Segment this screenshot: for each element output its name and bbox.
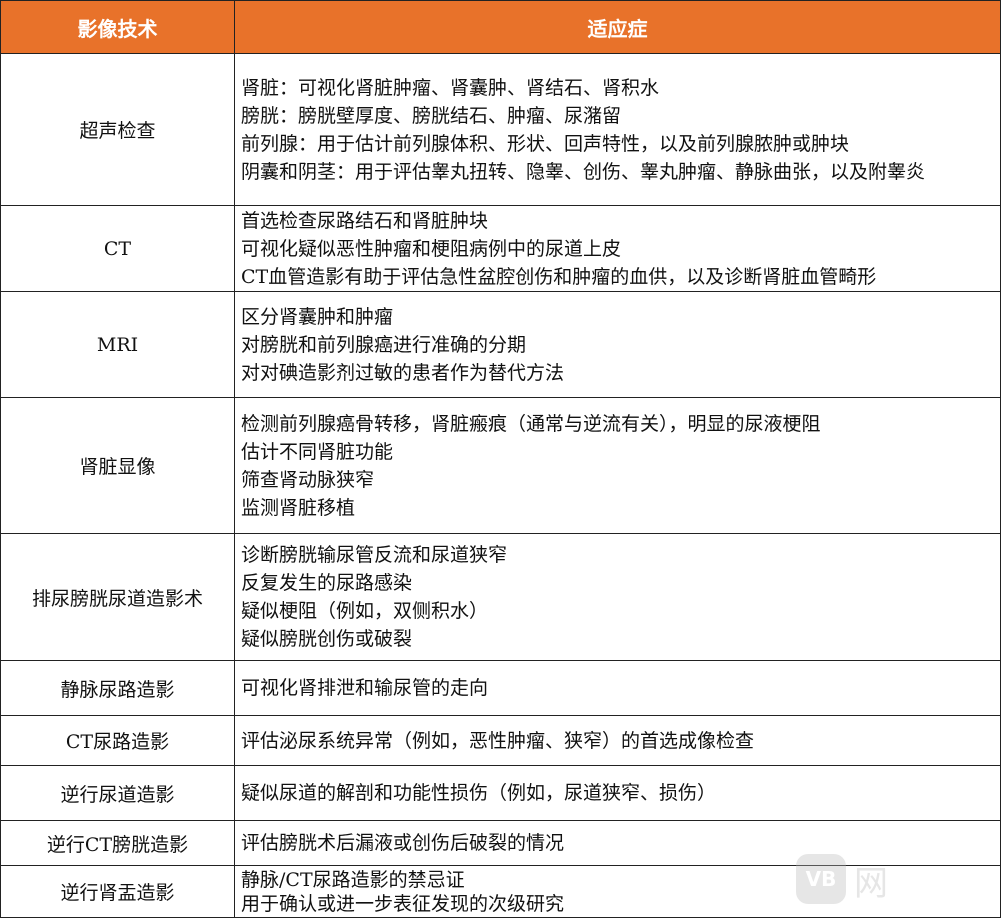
technique-cell: 静脉尿路造影	[0, 660, 235, 716]
indications-cell: 可视化肾排泄和输尿管的走向	[234, 660, 1001, 716]
table-row: 超声检查 肾脏：可视化肾脏肿瘤、肾囊肿、肾结石、肾积水 膀胱：膀胱壁厚度、膀胱结…	[0, 53, 1001, 206]
indication-line: 对膀胱和前列腺癌进行准确的分期	[241, 333, 527, 356]
indication-line: 反复发生的尿路感染	[241, 572, 413, 594]
indication-line: 可视化疑似恶性肿瘤和梗阻病例中的尿道上皮	[241, 237, 622, 260]
indication-line: 筛查肾动脉狭窄	[241, 468, 375, 491]
indication-line: 诊断膀胱输尿管反流和尿道狭窄	[241, 544, 508, 566]
indication-line: 阴囊和阴茎：用于评估睾丸扭转、隐睾、创伤、睾丸肿瘤、静脉曲张，以及附睾炎	[241, 160, 926, 183]
indication-line: 用于确认或进一步表征发现的次级研究	[241, 892, 565, 915]
technique-cell: 逆行CT膀胱造影	[0, 820, 235, 866]
technique-cell: 逆行尿道造影	[0, 765, 235, 821]
technique-cell: CT尿路造影	[0, 715, 235, 766]
table-row: CT 首选检查尿路结石和肾脏肿块 可视化疑似恶性肿瘤和梗阻病例中的尿道上皮 CT…	[0, 205, 1001, 292]
indication-table: 影像技术 适应症 超声检查 肾脏：可视化肾脏肿瘤、肾囊肿、肾结石、肾积水 膀胱：…	[0, 0, 1001, 918]
table-row: CT尿路造影 评估泌尿系统异常（例如，恶性肿瘤、狭窄）的首选成像检查	[0, 715, 1001, 766]
indication-line: 监测肾脏移植	[241, 496, 356, 519]
indication-line: 膀胱：膀胱壁厚度、膀胱结石、肿瘤、尿潴留	[241, 104, 622, 127]
table-row: 排尿膀胱尿道造影术 诊断膀胱输尿管反流和尿道狭窄 反复发生的尿路感染 疑似梗阻（…	[0, 533, 1001, 661]
indication-line: 前列腺：用于估计前列腺体积、形状、回声特性，以及前列腺脓肿或肿块	[241, 132, 850, 155]
indication-line: 评估泌尿系统异常（例如，恶性肿瘤、狭窄）的首选成像检查	[241, 729, 755, 752]
indications-cell: 肾脏：可视化肾脏肿瘤、肾囊肿、肾结石、肾积水 膀胱：膀胱壁厚度、膀胱结石、肿瘤、…	[234, 53, 1001, 206]
technique-cell: CT	[0, 205, 235, 292]
indication-line: CT血管造影有助于评估急性盆腔创伤和肿瘤的血供，以及诊断肾脏血管畸形	[241, 265, 877, 288]
table-row: 肾脏显像 检测前列腺癌骨转移，肾脏瘢痕（通常与逆流有关），明显的尿液梗阻 估计不…	[0, 397, 1001, 534]
technique-cell: 排尿膀胱尿道造影术	[0, 533, 235, 661]
header-indications: 适应症	[234, 0, 1001, 54]
table-row: 逆行尿道造影 疑似尿道的解剖和功能性损伤（例如，尿道狭窄、损伤）	[0, 765, 1001, 821]
indications-cell: 检测前列腺癌骨转移，肾脏瘢痕（通常与逆流有关），明显的尿液梗阻 估计不同肾脏功能…	[234, 397, 1001, 534]
technique-cell: 逆行肾盂造影	[0, 865, 235, 918]
indication-line: 首选检查尿路结石和肾脏肿块	[241, 209, 489, 232]
indication-line: 评估膀胱术后漏液或创伤后破裂的情况	[241, 832, 565, 854]
indication-line: 肾脏：可视化肾脏肿瘤、肾囊肿、肾结石、肾积水	[241, 76, 660, 99]
indications-cell: 首选检查尿路结石和肾脏肿块 可视化疑似恶性肿瘤和梗阻病例中的尿道上皮 CT血管造…	[234, 205, 1001, 292]
header-row: 影像技术 适应症	[0, 0, 1001, 54]
technique-cell: 肾脏显像	[0, 397, 235, 534]
indication-line: 静脉/CT尿路造影的禁忌证	[241, 868, 465, 891]
indications-cell: 评估泌尿系统异常（例如，恶性肿瘤、狭窄）的首选成像检查	[234, 715, 1001, 766]
table-row: MRI 区分肾囊肿和肿瘤 对膀胱和前列腺癌进行准确的分期 对对碘造影剂过敏的患者…	[0, 291, 1001, 398]
table-row: 逆行CT膀胱造影 评估膀胱术后漏液或创伤后破裂的情况	[0, 820, 1001, 866]
table-row: 逆行肾盂造影 静脉/CT尿路造影的禁忌证 用于确认或进一步表征发现的次级研究	[0, 865, 1001, 918]
indications-cell: 评估膀胱术后漏液或创伤后破裂的情况	[234, 820, 1001, 866]
indication-line: 疑似梗阻（例如，双侧积水）	[241, 600, 489, 622]
indication-line: 可视化肾排泄和输尿管的走向	[241, 677, 489, 699]
indications-cell: 疑似尿道的解剖和功能性损伤（例如，尿道狭窄、损伤）	[234, 765, 1001, 821]
indication-line: 检测前列腺癌骨转移，肾脏瘢痕（通常与逆流有关），明显的尿液梗阻	[241, 412, 821, 435]
indications-cell: 诊断膀胱输尿管反流和尿道狭窄 反复发生的尿路感染 疑似梗阻（例如，双侧积水） 疑…	[234, 533, 1001, 661]
indication-line: 对对碘造影剂过敏的患者作为替代方法	[241, 361, 565, 384]
indications-cell: 区分肾囊肿和肿瘤 对膀胱和前列腺癌进行准确的分期 对对碘造影剂过敏的患者作为替代…	[234, 291, 1001, 398]
indication-line: 区分肾囊肿和肿瘤	[241, 305, 394, 328]
indications-cell: 静脉/CT尿路造影的禁忌证 用于确认或进一步表征发现的次级研究	[234, 865, 1001, 918]
technique-cell: 超声检查	[0, 53, 235, 206]
technique-cell: MRI	[0, 291, 235, 398]
indication-line: 疑似尿道的解剖和功能性损伤（例如，尿道狭窄、损伤）	[241, 782, 717, 804]
header-technique: 影像技术	[0, 0, 235, 54]
indication-line: 疑似膀胱创伤或破裂	[241, 628, 413, 650]
table-row: 静脉尿路造影 可视化肾排泄和输尿管的走向	[0, 660, 1001, 716]
indication-line: 估计不同肾脏功能	[241, 440, 394, 463]
